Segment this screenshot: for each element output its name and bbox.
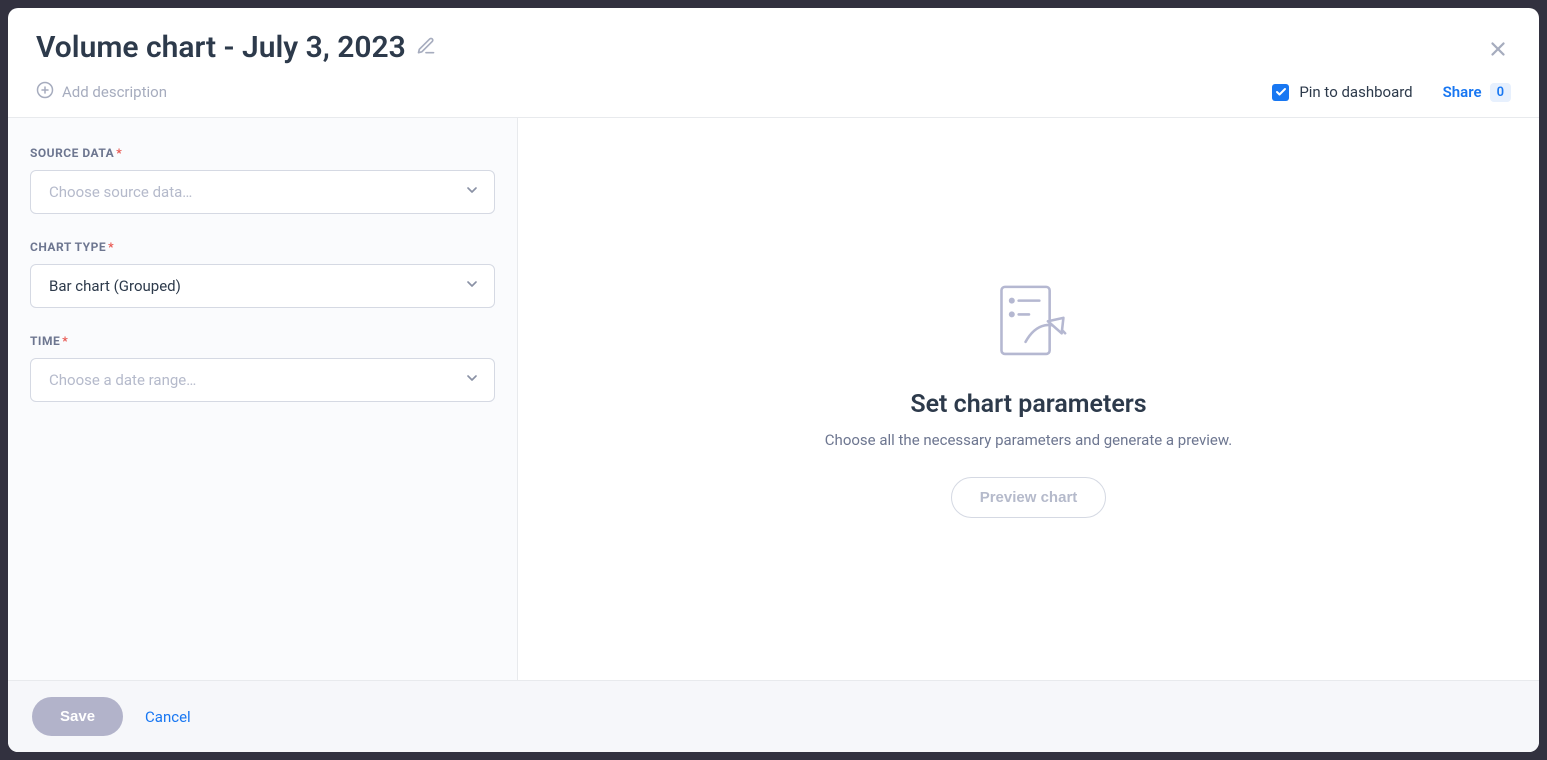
share-button[interactable]: Share — [1443, 83, 1482, 101]
source-data-field: SOURCE DATA* Choose source data… — [30, 146, 495, 214]
modal-body: SOURCE DATA* Choose source data… CHART T… — [8, 118, 1539, 680]
source-data-select[interactable]: Choose source data… — [30, 170, 495, 214]
pin-to-dashboard: Pin to dashboard — [1272, 83, 1412, 101]
chevron-down-icon — [464, 182, 480, 202]
chevron-down-icon — [464, 276, 480, 296]
modal-footer: Save Cancel — [8, 680, 1539, 752]
pin-label: Pin to dashboard — [1299, 83, 1412, 101]
save-button[interactable]: Save — [32, 697, 123, 736]
header-sub-row: Add description Pin to dashboard Share 0 — [36, 81, 1511, 103]
plus-circle-icon — [36, 81, 54, 103]
close-icon[interactable] — [1487, 38, 1509, 64]
source-data-label: SOURCE DATA* — [30, 146, 495, 160]
parameters-sidebar: SOURCE DATA* Choose source data… CHART T… — [8, 118, 518, 680]
add-description-label: Add description — [62, 83, 167, 101]
add-description-button[interactable]: Add description — [36, 81, 167, 103]
share-group: Share 0 — [1443, 83, 1511, 102]
chart-type-select[interactable]: Bar chart (Grouped) — [30, 264, 495, 308]
pin-checkbox[interactable] — [1272, 84, 1289, 101]
chart-title: Volume chart - July 3, 2023 — [36, 30, 406, 65]
chart-type-field: CHART TYPE* Bar chart (Grouped) — [30, 240, 495, 308]
preview-area: Set chart parameters Choose all the nece… — [518, 118, 1539, 680]
empty-state-subtitle: Choose all the necessary parameters and … — [825, 431, 1232, 449]
title-row: Volume chart - July 3, 2023 — [36, 30, 1511, 65]
header-right-actions: Pin to dashboard Share 0 — [1272, 83, 1511, 102]
chevron-down-icon — [464, 370, 480, 390]
time-select[interactable]: Choose a date range… — [30, 358, 495, 402]
chart-editor-modal: Volume chart - July 3, 2023 Add descript… — [8, 8, 1539, 752]
empty-state: Set chart parameters Choose all the nece… — [825, 280, 1232, 518]
required-marker: * — [62, 334, 68, 348]
chart-type-value: Bar chart (Grouped) — [49, 277, 181, 295]
empty-state-title: Set chart parameters — [825, 390, 1232, 419]
time-placeholder: Choose a date range… — [49, 371, 196, 389]
source-data-placeholder: Choose source data… — [49, 183, 192, 201]
time-label: TIME* — [30, 334, 495, 348]
time-field: TIME* Choose a date range… — [30, 334, 495, 402]
share-count-badge: 0 — [1490, 83, 1511, 102]
edit-title-icon[interactable] — [416, 36, 436, 60]
required-marker: * — [108, 240, 114, 254]
preview-chart-button[interactable]: Preview chart — [951, 477, 1107, 518]
modal-header: Volume chart - July 3, 2023 Add descript… — [8, 8, 1539, 118]
empty-state-illustration-icon — [825, 280, 1232, 366]
required-marker: * — [116, 146, 122, 160]
cancel-button[interactable]: Cancel — [145, 708, 191, 726]
chart-type-label: CHART TYPE* — [30, 240, 495, 254]
